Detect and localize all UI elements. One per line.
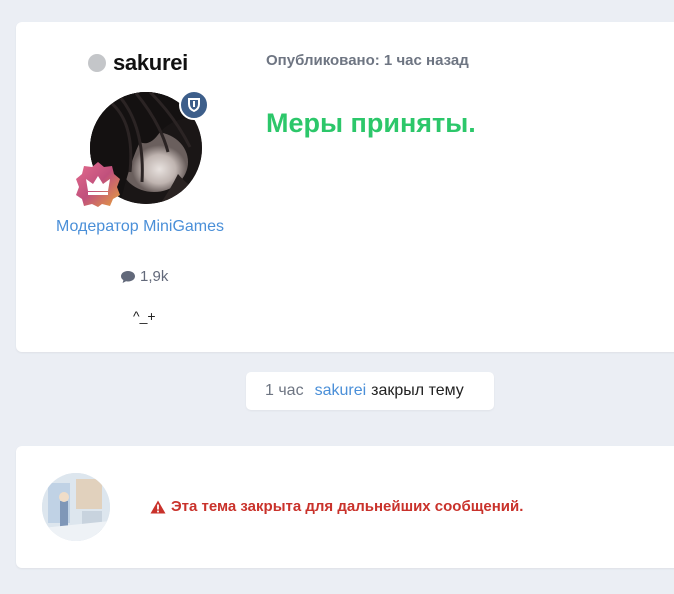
topic-closed-message: Эта тема закрыта для дальнейших сообщени… [150,498,523,515]
page: sakurei Модератор MiniGames 1,9k ^_+ Опу… [0,0,674,594]
post-timestamp: Опубликовано: 1 час назад [266,52,469,69]
crown-icon [74,160,122,208]
current-user-avatar[interactable] [42,473,110,541]
topic-event: 1 час sakurei закрыл тему [246,372,494,410]
status-dot-icon [88,54,106,72]
author-name-row: sakurei [88,50,188,76]
message-count: 1,9k [120,268,168,285]
post-content: Меры приняты. [266,108,476,138]
event-user-link[interactable]: sakurei [315,382,367,400]
event-action: закрыл тему [371,382,464,399]
warning-icon [150,500,166,513]
comment-icon [121,270,135,283]
shield-icon [179,90,209,120]
message-count-value: 1,9k [140,268,169,285]
author-avatar-group [74,90,212,210]
topic-closed-text: Эта тема закрыта для дальнейших сообщени… [171,498,524,515]
topic-closed-card: Эта тема закрыта для дальнейших сообщени… [16,446,674,568]
post-card: sakurei Модератор MiniGames 1,9k ^_+ Опу… [16,22,674,352]
event-time: 1 час [265,382,304,399]
user-signature: ^_+ [133,308,156,324]
author-name-link[interactable]: sakurei [113,50,188,76]
user-role-link[interactable]: Модератор MiniGames [56,218,224,236]
